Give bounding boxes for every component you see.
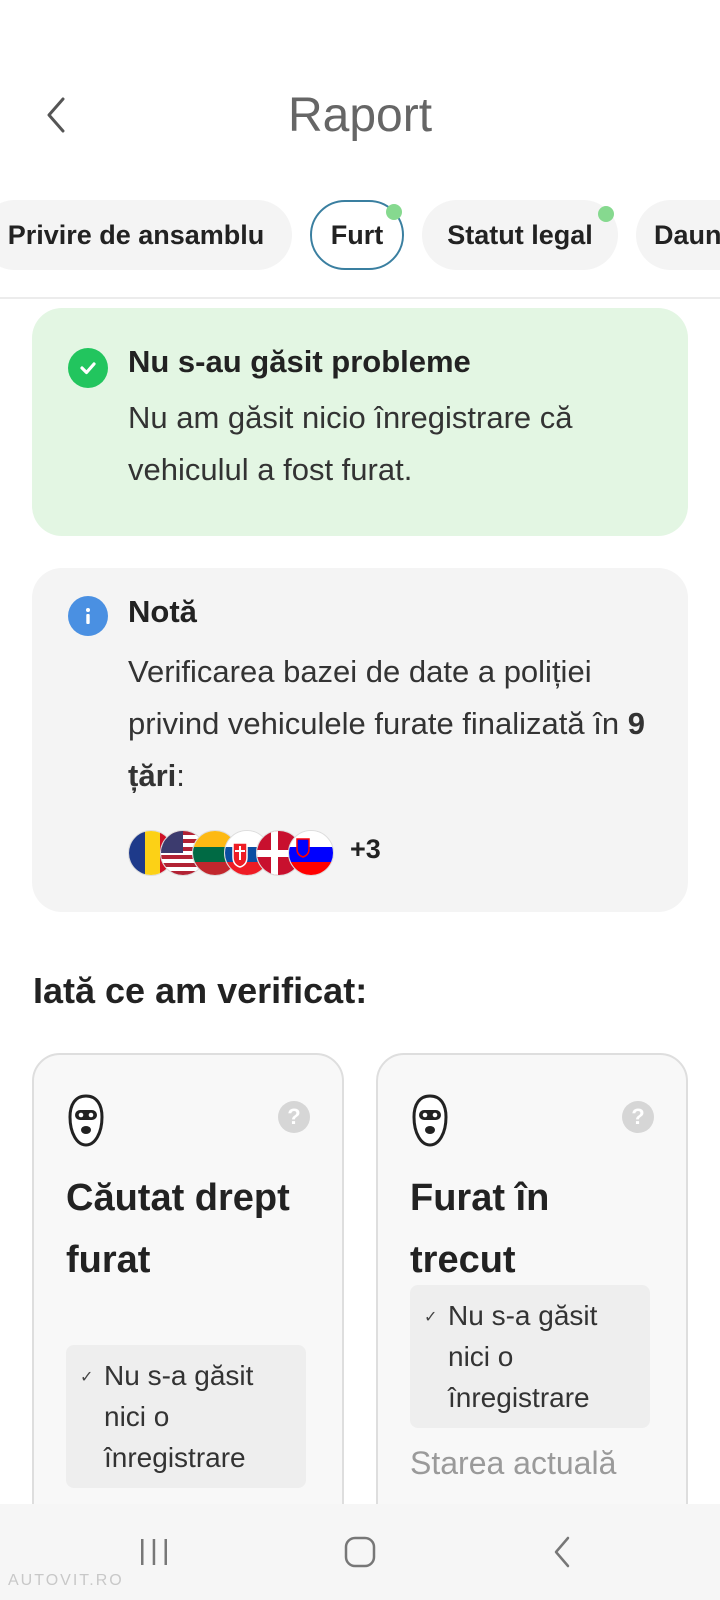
- home-button[interactable]: [320, 1524, 400, 1580]
- more-countries-count: +3: [350, 834, 381, 864]
- check-status-text: Nu s-a găsit nici o înregistrare: [104, 1360, 254, 1473]
- tab-legal-status-dot: [598, 206, 614, 222]
- home-icon: [344, 1536, 376, 1568]
- info-icon: [68, 596, 108, 636]
- checkmark-icon: ✓: [80, 1369, 94, 1386]
- slovenia-flag-icon: [288, 830, 334, 876]
- tab-overview[interactable]: Privire de ansamblu: [0, 200, 292, 270]
- page-title: Raport: [287, 89, 433, 142]
- balaclava-icon: [68, 1094, 104, 1147]
- check-status: ✓ Nu s-a găsit nici o înregistrare: [410, 1285, 650, 1428]
- recent-apps-button[interactable]: [114, 1524, 194, 1580]
- check-title: Furat în trecut: [410, 1177, 550, 1281]
- note-title: Notă: [128, 594, 197, 629]
- chevron-left-icon: [554, 1536, 570, 1568]
- report-tabs: Privire de ansamblu Furt Statut legal Da…: [0, 200, 720, 274]
- watermark: AUTOVIT.RO: [8, 1572, 124, 1589]
- result-body: Nu am găsit nicio înregistrare că vehicu…: [128, 400, 573, 487]
- check-title: Căutat drept furat: [66, 1177, 290, 1281]
- help-icon[interactable]: ?: [278, 1101, 310, 1133]
- tab-damage[interactable]: Daun: [636, 200, 720, 270]
- note-body-text: Verificarea bazei de date a poliției pri…: [128, 654, 628, 741]
- balaclava-icon: [412, 1094, 448, 1147]
- check-status-text: Nu s-a găsit nici o înregistrare: [448, 1300, 598, 1413]
- note-card: Notă Verificarea bazei de date a poliție…: [32, 568, 688, 912]
- system-back-button[interactable]: [522, 1524, 602, 1580]
- note-body-suffix: :: [176, 758, 185, 793]
- app-header: Raport: [0, 0, 720, 190]
- checks-section-title: Iată ce am verificat:: [33, 970, 368, 1011]
- checkmark-icon: ✓: [424, 1309, 438, 1326]
- tabs-divider: [0, 297, 720, 299]
- current-status-label: Starea actuală: [410, 1445, 617, 1481]
- result-title: Nu s-au găsit probleme: [128, 344, 471, 379]
- help-icon[interactable]: ?: [622, 1101, 654, 1133]
- tab-theft-status-dot: [386, 204, 402, 220]
- country-flags: [128, 830, 348, 878]
- note-body: Verificarea bazei de date a poliției pri…: [128, 646, 668, 802]
- tab-theft-label: Furt: [330, 219, 384, 250]
- check-status: ✓ Nu s-a găsit nici o înregistrare: [66, 1345, 306, 1488]
- check-circle-icon: [68, 348, 108, 388]
- tab-legal-status[interactable]: Statut legal: [422, 200, 618, 270]
- recent-apps-icon: [141, 1539, 167, 1565]
- no-problems-card: Nu s-au găsit probleme Nu am găsit nicio…: [32, 308, 688, 536]
